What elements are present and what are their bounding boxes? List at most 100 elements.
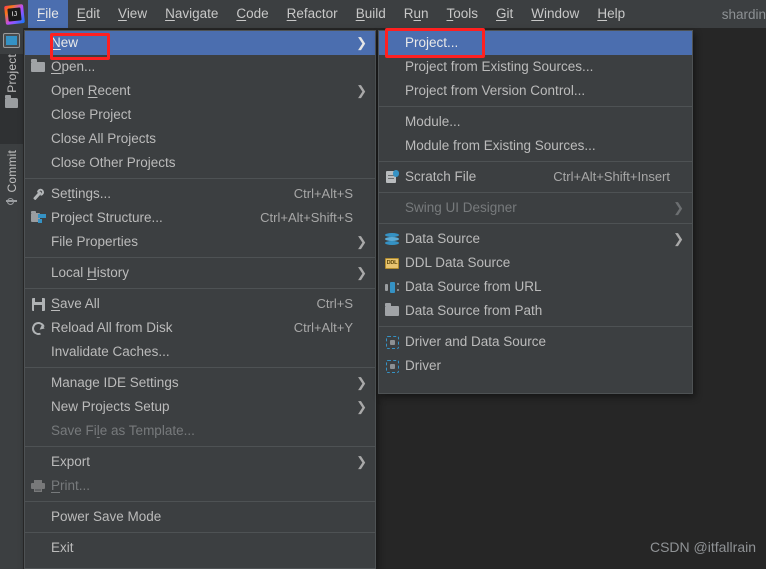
menu-build[interactable]: Build	[347, 0, 395, 28]
menu-item-label: Print...	[51, 478, 91, 493]
menu-item-label: Settings...	[51, 186, 112, 201]
menu-item-save-all[interactable]: Save All Ctrl+S	[25, 292, 375, 316]
print-icon	[25, 474, 51, 498]
menu-item-label: Save File as Template...	[51, 423, 195, 438]
menu-item-manage-ide-settings[interactable]: Manage IDE Settings ❯	[25, 371, 375, 395]
menu-item-data-source-from-url[interactable]: Data Source from URL	[379, 275, 692, 299]
menu-item-scratch-file[interactable]: Scratch File Ctrl+Alt+Shift+Insert	[379, 165, 692, 189]
menu-item-open[interactable]: Open...	[25, 55, 375, 79]
menu-item-print: Print...	[25, 474, 375, 498]
menu-tools[interactable]: Tools	[438, 0, 488, 28]
icon-placeholder	[25, 79, 51, 103]
menu-bar-items: File Edit View Navigate Code Refactor Build Run…	[28, 0, 634, 28]
menu-label: Refactor	[286, 6, 338, 21]
icon-placeholder	[379, 110, 405, 134]
menu-item-module[interactable]: Module...	[379, 110, 692, 134]
menu-item-new-projects-setup[interactable]: New Projects Setup ❯	[25, 395, 375, 419]
driver-icon	[379, 354, 405, 378]
menu-view[interactable]: View	[109, 0, 156, 28]
menu-label: File	[37, 6, 59, 21]
database-icon	[379, 227, 405, 251]
icon-placeholder	[379, 31, 405, 55]
icon-placeholder	[25, 450, 51, 474]
menu-item-label: Local History	[51, 265, 130, 280]
menu-item-local-history[interactable]: Local History ❯	[25, 261, 375, 285]
icon-placeholder	[25, 395, 51, 419]
menu-item-close-project[interactable]: Close Project	[25, 103, 375, 127]
menu-item-label: Module from Existing Sources...	[405, 138, 596, 153]
menu-edit[interactable]: Edit	[68, 0, 109, 28]
menu-item-close-other-projects[interactable]: Close Other Projects	[25, 151, 375, 175]
menu-navigate[interactable]: Navigate	[156, 0, 227, 28]
menu-item-label: New	[51, 35, 79, 50]
menu-item-invalidate-caches[interactable]: Invalidate Caches...	[25, 340, 375, 364]
project-structure-icon	[25, 206, 51, 230]
menu-item-new[interactable]: New ❯	[25, 31, 375, 55]
url-icon	[379, 275, 405, 299]
menu-item-driver-and-data-source[interactable]: Driver and Data Source	[379, 330, 692, 354]
menu-item-close-all-projects[interactable]: Close All Projects	[25, 127, 375, 151]
menu-file[interactable]: File	[28, 0, 68, 28]
ddl-icon: DDL	[379, 251, 405, 275]
menu-label: Tools	[446, 6, 479, 21]
menu-label: Navigate	[165, 6, 219, 21]
menu-item-label: Power Save Mode	[51, 509, 162, 524]
menu-item-label: File Properties	[51, 234, 139, 249]
menu-label: Git	[496, 6, 514, 21]
window-icon[interactable]	[3, 33, 20, 48]
menu-item-open-recent[interactable]: Open Recent ❯	[25, 79, 375, 103]
menu-item-file-properties[interactable]: File Properties ❯	[25, 230, 375, 254]
menu-item-shortcut: Ctrl+Alt+S	[293, 186, 353, 201]
menu-git[interactable]: Git	[487, 0, 522, 28]
folder-icon	[25, 55, 51, 79]
menu-separator	[25, 288, 375, 289]
menu-item-module-from-existing-sources[interactable]: Module from Existing Sources...	[379, 134, 692, 158]
icon-placeholder	[25, 340, 51, 364]
menu-item-label: Open...	[51, 59, 96, 74]
intellij-idea-logo: IJ	[0, 0, 28, 28]
icon-placeholder	[25, 127, 51, 151]
file-menu-panel[interactable]: New ❯ Open... Open Recent ❯ Close Project Clos…	[24, 30, 376, 569]
sidebar-item-project[interactable]: Project	[0, 54, 23, 144]
menu-item-data-source-from-path[interactable]: Data Source from Path	[379, 299, 692, 323]
menu-item-label: Project...	[405, 35, 459, 50]
new-submenu-panel[interactable]: Project... Project from Existing Sources.…	[378, 30, 693, 394]
menu-item-label: Project Structure...	[51, 210, 163, 225]
menu-item-project-from-version-control[interactable]: Project from Version Control...	[379, 79, 692, 103]
menu-label: Help	[597, 6, 626, 21]
icon-placeholder	[25, 261, 51, 285]
icon-placeholder	[25, 103, 51, 127]
menu-item-power-save-mode[interactable]: Power Save Mode	[25, 505, 375, 529]
menu-separator	[25, 178, 375, 179]
ide-window: IJ File Edit View Navigate Code Refactor Build…	[0, 0, 766, 569]
menu-refactor[interactable]: Refactor	[278, 0, 347, 28]
menu-item-project[interactable]: Project...	[379, 31, 692, 55]
menu-item-project-structure[interactable]: Project Structure... Ctrl+Alt+Shift+S	[25, 206, 375, 230]
menu-item-label: Data Source	[405, 231, 481, 246]
menu-item-label: DDL Data Source	[405, 255, 511, 270]
menu-item-ddl-data-source[interactable]: DDL DDL Data Source	[379, 251, 692, 275]
sidebar-item-commit[interactable]: Commit	[0, 150, 23, 236]
menu-label: View	[118, 6, 148, 21]
menu-item-export[interactable]: Export ❯	[25, 450, 375, 474]
menu-help[interactable]: Help	[588, 0, 634, 28]
menu-item-label: Export	[51, 454, 91, 469]
menu-run[interactable]: Run	[395, 0, 438, 28]
watermark: CSDN @itfallrain	[649, 539, 756, 555]
menu-item-label: Close All Projects	[51, 131, 157, 146]
icon-placeholder	[25, 371, 51, 395]
menu-item-driver[interactable]: Driver	[379, 354, 692, 378]
menu-window[interactable]: Window	[522, 0, 588, 28]
menu-item-label: Module...	[405, 114, 461, 129]
chevron-right-icon: ❯	[673, 231, 684, 246]
menu-item-label: Manage IDE Settings	[51, 375, 179, 390]
menu-item-exit[interactable]: Exit	[25, 536, 375, 560]
menu-item-data-source[interactable]: Data Source ❯	[379, 227, 692, 251]
menu-item-label: New Projects Setup	[51, 399, 170, 414]
icon-placeholder	[25, 536, 51, 560]
menu-code[interactable]: Code	[227, 0, 277, 28]
menu-item-settings[interactable]: Settings... Ctrl+Alt+S	[25, 182, 375, 206]
menu-item-reload-all-from-disk[interactable]: Reload All from Disk Ctrl+Alt+Y	[25, 316, 375, 340]
menu-item-project-from-existing-sources[interactable]: Project from Existing Sources...	[379, 55, 692, 79]
save-icon	[25, 292, 51, 316]
